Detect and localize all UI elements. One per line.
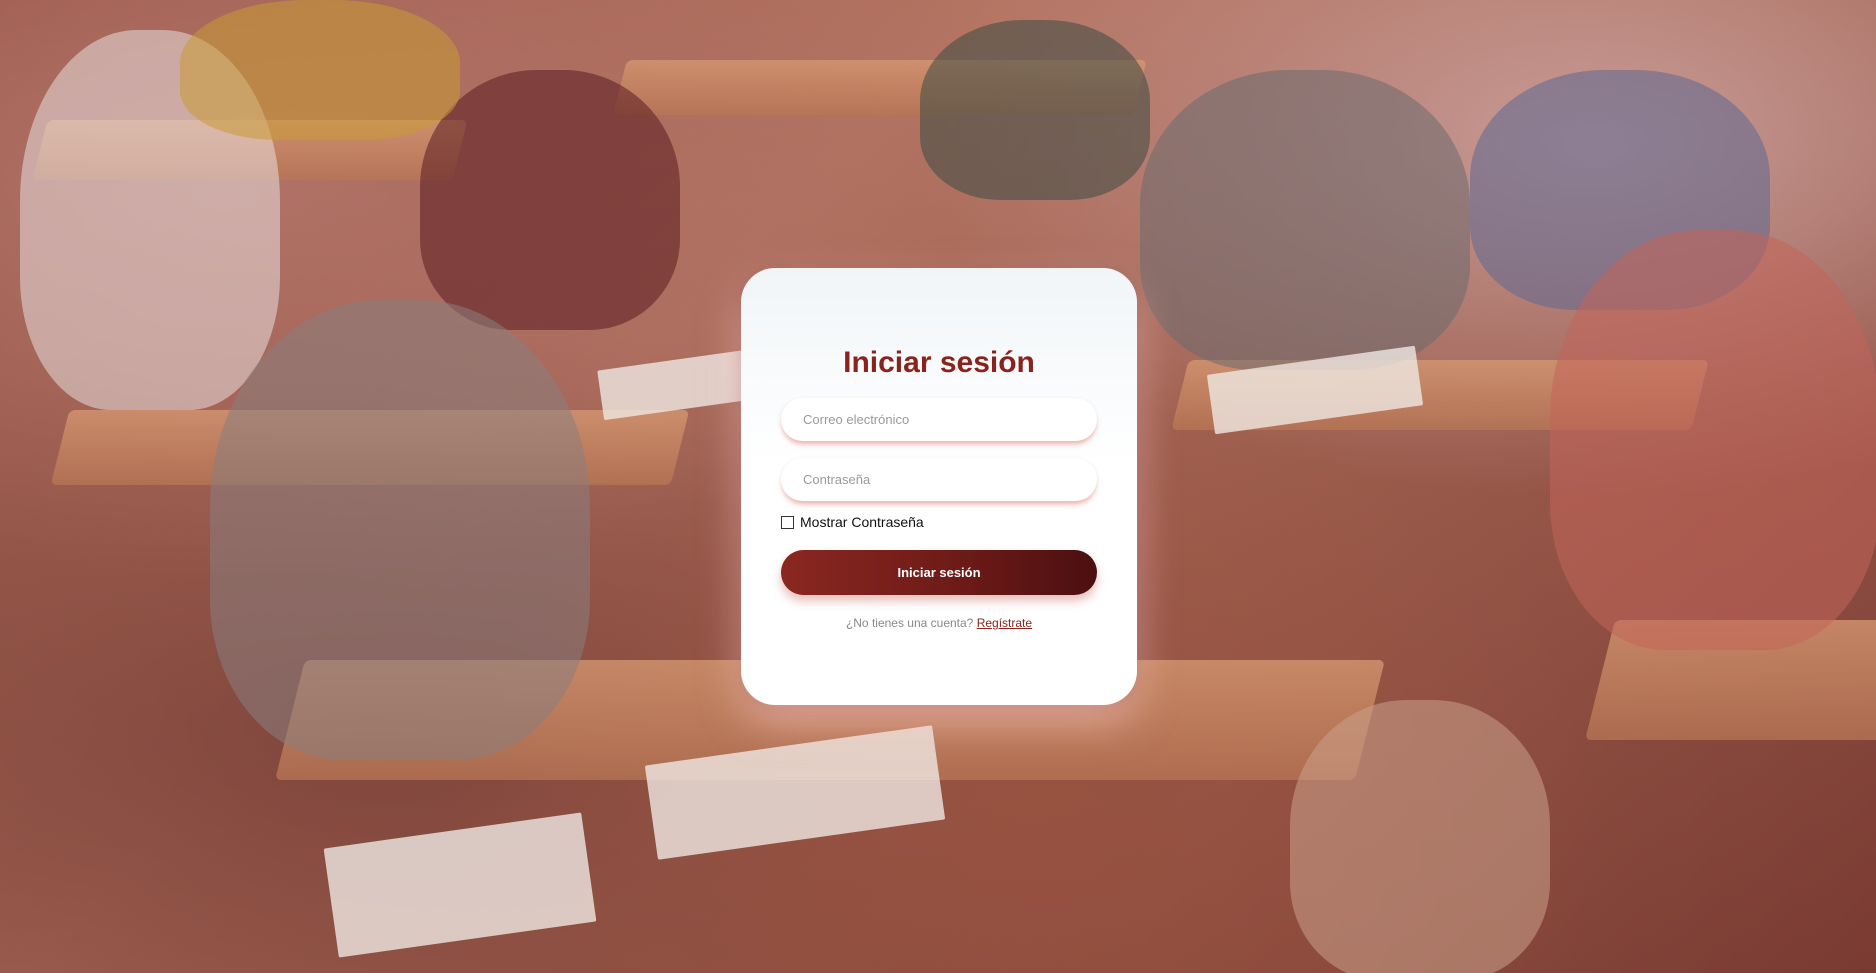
register-prompt-text: ¿No tienes una cuenta? <box>845 616 974 630</box>
show-password-row: Mostrar Contraseña <box>781 514 924 530</box>
register-prompt-row: ¿No tienes una cuenta? Regístrate <box>741 616 1137 630</box>
login-submit-button[interactable]: Iniciar sesión <box>781 550 1097 595</box>
show-password-checkbox[interactable] <box>781 515 794 529</box>
login-card: Iniciar sesión Mostrar Contraseña Inicia… <box>741 268 1137 705</box>
register-link[interactable]: Regístrate <box>977 616 1032 630</box>
email-input[interactable] <box>781 398 1097 441</box>
login-title: Iniciar sesión <box>843 346 1035 379</box>
password-input[interactable] <box>781 458 1097 501</box>
show-password-label[interactable]: Mostrar Contraseña <box>800 514 924 530</box>
